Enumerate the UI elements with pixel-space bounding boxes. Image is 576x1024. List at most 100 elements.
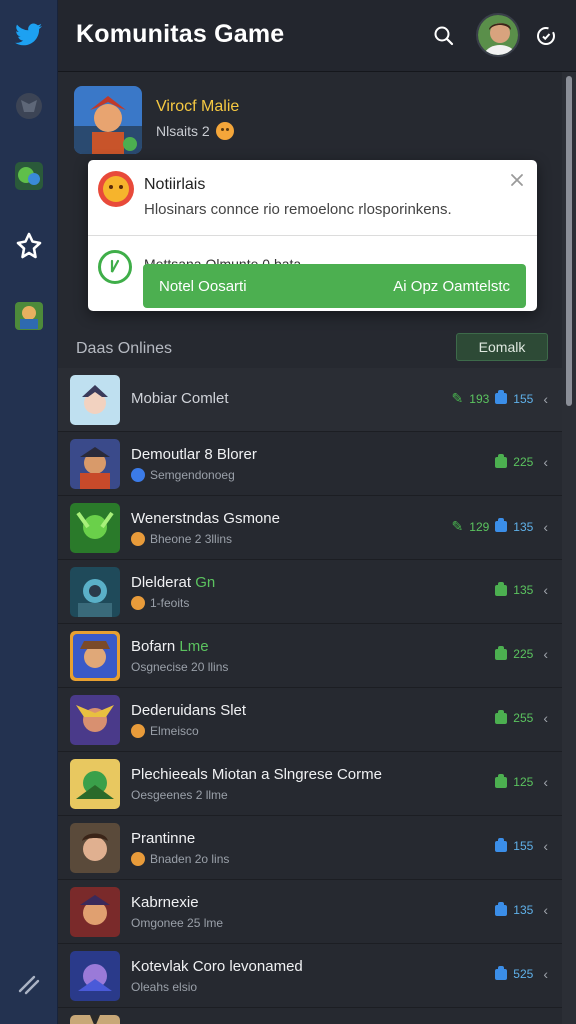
emoji-icon	[131, 532, 145, 546]
game-meta: Bnaden 2o lins	[150, 852, 230, 866]
game-meta: Oleahs elsio	[131, 980, 198, 994]
section-heading: Daas Onlines	[76, 340, 173, 357]
action-right-label: Ai Opz Oamtelstc	[393, 277, 510, 295]
search-icon[interactable]	[426, 18, 462, 54]
chevron-left-icon[interactable]: ‹	[543, 454, 548, 470]
stats: 225 ‹	[495, 453, 548, 470]
chevron-left-icon[interactable]: ‹	[543, 838, 548, 854]
list-item[interactable]: Mobiar Comlet ✎ 193 155 ‹	[58, 368, 562, 432]
game-title: Dlelderat Gn	[131, 574, 215, 591]
player-count: 135	[513, 519, 534, 534]
scrollbar[interactable]	[562, 72, 576, 1024]
pencil-icon: ✎	[451, 390, 464, 406]
close-icon[interactable]	[509, 172, 525, 188]
game-thumbnail	[70, 503, 120, 553]
bird-icon[interactable]	[11, 18, 47, 54]
list-item[interactable]: Wenerstndas Gsmone Bheone 2 3llins ✎ 129…	[58, 496, 562, 560]
badge-icon	[495, 645, 508, 660]
notification-action-button[interactable]: Notel Oosarti Ai Opz Oamtelstc	[143, 264, 526, 308]
player-count: 525	[513, 967, 534, 981]
game-thumbnail	[70, 439, 120, 489]
game-meta: Omgonee 25 lme	[131, 916, 224, 930]
game-meta: 1-feoits	[150, 596, 190, 610]
list-item[interactable]: Plechieeals Miotan a Slngrese Corme Oesg…	[58, 752, 562, 816]
game-title: Kotevlak Coro levonamed	[131, 958, 303, 975]
stats: ✎ 129 135 ‹	[452, 518, 548, 535]
featured-game-name[interactable]: Virocf Malie	[156, 98, 239, 116]
page-title: Komunitas Game	[76, 20, 285, 48]
chevron-left-icon[interactable]: ‹	[543, 646, 548, 662]
stats: 525 ‹	[495, 965, 548, 982]
chevron-left-icon[interactable]: ‹	[543, 519, 548, 535]
chevron-left-icon[interactable]: ‹	[543, 966, 548, 982]
list-item[interactable]: Prantinne Bnaden 2o lins 155 ‹	[58, 816, 562, 880]
badge-icon	[495, 709, 508, 724]
list-item[interactable]: Demoutlar 8 Blorer Semgendonoeg 225 ‹	[58, 432, 562, 496]
player-count: 155	[513, 391, 534, 406]
game-subtitle: Elmeisco	[131, 724, 199, 738]
game-subtitle: Omgonee 25 lme	[131, 916, 223, 930]
avatar[interactable]	[476, 13, 520, 57]
chat-check-icon	[98, 250, 132, 284]
chevron-left-icon[interactable]: ‹	[543, 391, 548, 407]
game-title: Demoutlar 8 Blorer	[131, 446, 257, 463]
badge-icon	[495, 901, 508, 916]
game-subtitle: Semgendonoeg	[131, 468, 235, 482]
list-item[interactable]	[58, 1008, 562, 1024]
game-thumbnail	[70, 951, 120, 1001]
collapse-icon[interactable]	[11, 966, 47, 1002]
game-icon-2[interactable]	[11, 158, 47, 194]
featured-meta-text: Nlsaits 2	[156, 123, 210, 139]
chevron-left-icon[interactable]: ‹	[543, 774, 548, 790]
chevron-left-icon[interactable]: ‹	[543, 582, 548, 598]
warning-face-icon	[98, 171, 134, 207]
list-item[interactable]: Dlelderat Gn 1-feoits 135 ‹	[58, 560, 562, 624]
section-action-button[interactable]: Eomalk	[456, 333, 548, 361]
game-thumbnail	[70, 759, 120, 809]
edit-count: 129	[469, 519, 490, 534]
game-meta: Semgendonoeg	[150, 468, 235, 482]
game-subtitle: Oleahs elsio	[131, 980, 197, 994]
settings-icon[interactable]	[528, 18, 564, 54]
game-title: Plechieeals Miotan a Slngrese Corme	[131, 766, 382, 783]
game-title: Kabrnexie	[131, 894, 199, 911]
game-title: Bofarn Lme	[131, 638, 209, 655]
chevron-left-icon[interactable]: ‹	[543, 710, 548, 726]
game-title: Dederuidans Slet	[131, 702, 247, 719]
notification-title: Notiirlais	[144, 176, 206, 193]
game-thumbnail	[70, 375, 120, 425]
stats: 125 ‹	[495, 773, 548, 790]
list-item[interactable]: Kabrnexie Omgonee 25 lme 135 ‹	[58, 880, 562, 944]
featured-game-thumbnail[interactable]	[74, 86, 142, 154]
divider	[88, 235, 537, 236]
list-item[interactable]: Bofarn Lme Osgnecise 20 llins 225 ‹	[58, 624, 562, 688]
badge-icon	[495, 453, 508, 468]
game-thumbnail	[70, 695, 120, 745]
chevron-left-icon[interactable]: ‹	[543, 902, 548, 918]
list-item[interactable]: Kotevlak Coro levonamed Oleahs elsio 525…	[58, 944, 562, 1008]
list-item[interactable]: Dederuidans Slet Elmeisco 255 ‹	[58, 688, 562, 752]
game-subtitle: Bheone 2 3llins	[131, 532, 232, 546]
star-icon[interactable]	[11, 228, 47, 264]
game-thumbnail	[70, 631, 120, 681]
scrollbar-thumb[interactable]	[566, 76, 572, 406]
player-count: 255	[513, 711, 534, 725]
game-meta: Elmeisco	[150, 724, 199, 738]
game-subtitle: 1-feoits	[131, 596, 189, 610]
notification-card: Notiirlais Hlosinars connce rio remoelon…	[88, 160, 537, 311]
player-count: 135	[513, 583, 534, 597]
badge-icon	[495, 390, 508, 404]
game-title-text: Bofarn	[131, 638, 176, 655]
game-icon-3[interactable]	[11, 298, 47, 334]
game-meta: Bheone 2 3llins	[150, 532, 233, 546]
game-title: Wenerstndas Gsmone	[131, 510, 280, 527]
player-count: 155	[513, 839, 534, 853]
badge-icon	[495, 837, 508, 852]
edit-count: 193	[469, 391, 490, 406]
game-icon-1[interactable]	[11, 88, 47, 124]
header: Komunitas Game	[58, 0, 576, 72]
game-subtitle: Osgnecise 20 llins	[131, 660, 228, 674]
emoji-icon	[215, 122, 234, 140]
game-title: Mobiar Comlet	[131, 390, 229, 407]
platform-icon	[131, 468, 145, 482]
